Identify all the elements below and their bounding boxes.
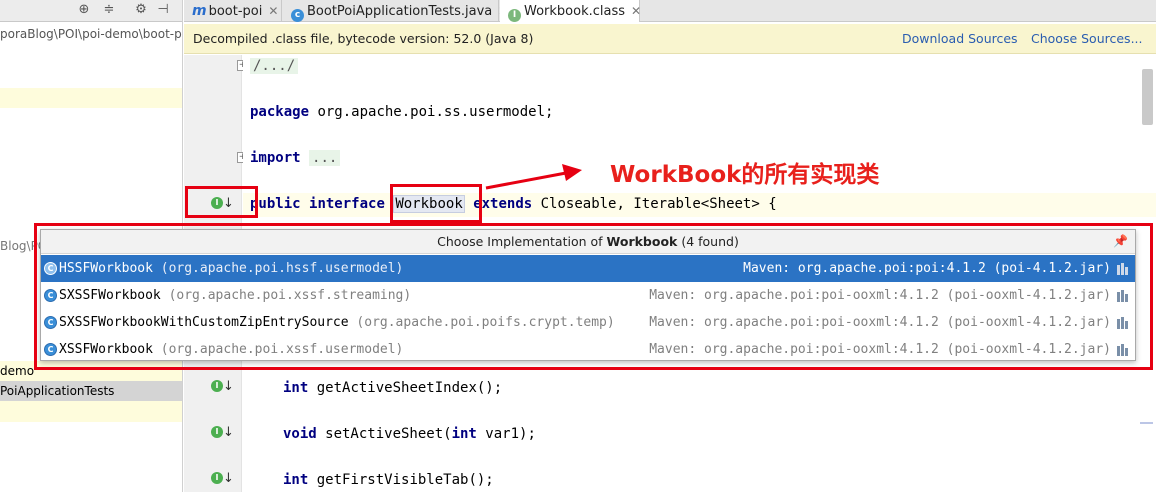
package-name: org.apache.poi.ss.usermodel; bbox=[309, 104, 554, 120]
maven-library: Maven: org.apache.poi:poi-ooxml:4.1.2 (p… bbox=[649, 315, 1111, 330]
keyword: public bbox=[250, 196, 301, 212]
maven-library: Maven: org.apache.poi:poi:4.1.2 (poi-4.1… bbox=[743, 261, 1111, 276]
tree-item-demo[interactable]: demo bbox=[0, 361, 182, 381]
choose-sources-link[interactable]: Choose Sources... bbox=[1031, 24, 1143, 54]
class-icon: C bbox=[44, 316, 57, 329]
package-name: (org.apache.poi.hssf.usermodel) bbox=[152, 261, 404, 276]
collapse-icon[interactable]: ≑ bbox=[101, 2, 117, 18]
package-name: (org.apache.poi.xssf.usermodel) bbox=[152, 342, 404, 357]
declaration-rest: Closeable, Iterable<Sheet> { bbox=[532, 196, 777, 212]
tree-row-highlight[interactable] bbox=[0, 88, 182, 108]
scrollbar-thumb[interactable] bbox=[1142, 69, 1153, 125]
tab-boot-poi[interactable]: m boot-poi ✕ bbox=[184, 0, 282, 22]
tab-label: boot-poi bbox=[208, 4, 263, 19]
keyword: extends bbox=[473, 196, 533, 212]
package-name: (org.apache.poi.xssf.streaming) bbox=[160, 288, 412, 303]
implementation-row[interactable]: C SXSSFWorkbook (org.apache.poi.xssf.str… bbox=[41, 282, 1135, 309]
keyword: package bbox=[250, 104, 310, 120]
implemented-icon[interactable]: I ↓ bbox=[211, 426, 235, 442]
tab-boot-poi-tests[interactable]: cBootPoiApplicationTests.java✕ bbox=[283, 0, 508, 22]
tree-item-tests[interactable]: PoiApplicationTests bbox=[0, 381, 182, 401]
library-icon bbox=[1117, 263, 1131, 275]
pin-icon[interactable]: 📌 bbox=[1113, 234, 1128, 248]
code-line-method-2: void setActiveSheet(int var1); bbox=[283, 426, 536, 442]
annotation-arrow bbox=[485, 164, 582, 190]
implementation-row[interactable]: C SXSSFWorkbookWithCustomZipEntrySource … bbox=[41, 309, 1135, 336]
class-icon: C bbox=[44, 262, 57, 275]
banner-text: Decompiled .class file, bytecode version… bbox=[193, 31, 534, 46]
keyword: int bbox=[451, 426, 477, 442]
code-line-package: package org.apache.poi.ss.usermodel; bbox=[250, 104, 553, 120]
keyword: int bbox=[283, 380, 309, 396]
interface-icon: I bbox=[508, 9, 521, 22]
folded-imports[interactable]: ... bbox=[309, 150, 341, 166]
gear-icon[interactable]: ⚙ bbox=[133, 2, 149, 18]
method-signature: getActiveSheetIndex(); bbox=[308, 380, 503, 396]
library-icon bbox=[1117, 290, 1131, 302]
method-signature-rest: var1); bbox=[476, 426, 536, 442]
editor-tabs: m boot-poi ✕ c BootPoiApplicationTests.java… bbox=[184, 0, 1156, 22]
download-sources-link[interactable]: Download Sources bbox=[902, 24, 1018, 54]
method-signature: getFirstVisibleTab(); bbox=[308, 472, 494, 488]
annotation-text: WorkBook的所有实现类 bbox=[610, 162, 880, 188]
class-icon: C bbox=[44, 289, 57, 302]
implementation-row[interactable]: C HSSFWorkbook (org.apache.poi.hssf.user… bbox=[41, 255, 1135, 282]
scroll-marker[interactable] bbox=[1140, 422, 1153, 424]
implemented-icon[interactable]: I ↓ bbox=[211, 197, 235, 213]
close-icon[interactable]: ✕ bbox=[631, 4, 641, 18]
maven-icon: m bbox=[192, 3, 207, 19]
keyword: void bbox=[283, 426, 317, 442]
code-line-method-1: int getActiveSheetIndex(); bbox=[283, 380, 502, 396]
tree-row-highlight-2[interactable] bbox=[0, 401, 182, 422]
implemented-icon[interactable]: I ↓ bbox=[211, 380, 235, 396]
class-name: SXSSFWorkbook bbox=[59, 288, 161, 303]
implementation-row[interactable]: C XSSFWorkbook (org.apache.poi.xssf.user… bbox=[41, 336, 1135, 363]
java-class-icon: c bbox=[291, 9, 304, 22]
method-signature: setActiveSheet( bbox=[316, 426, 452, 442]
class-icon: C bbox=[44, 343, 57, 356]
library-icon bbox=[1117, 344, 1131, 356]
code-line-method-3: int getFirstVisibleTab(); bbox=[283, 472, 494, 488]
code-line-declaration: public interface Workbook extends Closea… bbox=[250, 195, 777, 213]
keyword: interface bbox=[309, 196, 385, 212]
project-path: poraBlog\POI\poi-demo\boot-p bbox=[0, 27, 182, 41]
popup-title-count: (4 found) bbox=[677, 234, 739, 249]
hide-icon[interactable]: ⊣ bbox=[155, 2, 171, 18]
tab-label: BootPoiApplicationTests.java bbox=[307, 4, 493, 19]
class-name: XSSFWorkbook bbox=[59, 342, 153, 357]
workbook-identifier[interactable]: Workbook bbox=[393, 195, 465, 213]
maven-library: Maven: org.apache.poi:poi-ooxml:4.1.2 (p… bbox=[649, 288, 1111, 303]
keyword: import bbox=[250, 150, 301, 166]
class-name: SXSSFWorkbookWithCustomZipEntrySource bbox=[59, 315, 349, 330]
choose-implementation-popup: Choose Implementation of Workbook (4 fou… bbox=[40, 229, 1136, 361]
package-name: (org.apache.poi.poifs.crypt.temp) bbox=[348, 315, 615, 330]
keyword: int bbox=[283, 472, 309, 488]
code-line-import: import ... bbox=[250, 150, 341, 166]
target-icon[interactable]: ⊕ bbox=[76, 2, 92, 18]
popup-title-name: Workbook bbox=[606, 234, 678, 249]
decompiled-banner: Decompiled .class file, bytecode version… bbox=[184, 24, 1156, 54]
close-icon[interactable]: ✕ bbox=[268, 4, 278, 18]
tab-workbook-class[interactable]: I Workbook.class ✕ bbox=[500, 0, 641, 22]
code-line-header: /.../ bbox=[250, 58, 299, 74]
popup-title-prefix: Choose Implementation of bbox=[437, 234, 607, 249]
maven-library: Maven: org.apache.poi:poi-ooxml:4.1.2 (p… bbox=[649, 342, 1111, 357]
folded-comment[interactable]: /.../ bbox=[250, 58, 299, 74]
implemented-icon[interactable]: I ↓ bbox=[211, 472, 235, 488]
project-toolbar: ⊕ ≑ ⚙ ⊣ bbox=[0, 0, 182, 22]
popup-header: Choose Implementation of Workbook (4 fou… bbox=[41, 230, 1135, 254]
tab-label: Workbook.class bbox=[524, 4, 626, 19]
library-icon bbox=[1117, 317, 1131, 329]
class-name: HSSFWorkbook bbox=[59, 261, 153, 276]
